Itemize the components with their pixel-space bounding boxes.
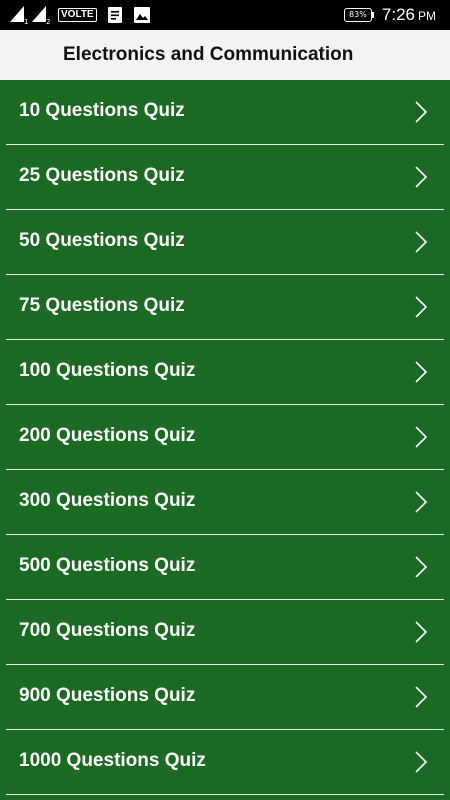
- list-item-quiz-1000[interactable]: 1000 Questions Quiz: [6, 730, 444, 795]
- list-item-label: 900 Questions Quiz: [19, 685, 196, 706]
- chevron-right-icon: [415, 556, 428, 578]
- image-icon: [133, 6, 151, 24]
- clock-ampm: PM: [418, 9, 436, 23]
- list-item-label: 50 Questions Quiz: [19, 230, 185, 251]
- list-item-quiz-300[interactable]: 300 Questions Quiz: [6, 470, 444, 535]
- page-title: Electronics and Communication: [63, 44, 354, 65]
- chevron-right-icon: [415, 296, 428, 318]
- list-item-label: 700 Questions Quiz: [19, 620, 196, 641]
- chevron-right-icon: [415, 686, 428, 708]
- sim2-slot: 2: [46, 18, 51, 26]
- list-item-label: 75 Questions Quiz: [19, 295, 185, 316]
- list-item-label: 25 Questions Quiz: [19, 165, 185, 186]
- list-item-label: 300 Questions Quiz: [19, 490, 196, 511]
- volte-badge: VOLTE: [58, 8, 97, 22]
- chevron-right-icon: [415, 426, 428, 448]
- clock-time: 7:26: [381, 5, 415, 24]
- list-item-label: 500 Questions Quiz: [19, 555, 196, 576]
- list-item-label: 1000 Questions Quiz: [19, 750, 206, 771]
- list-item-quiz-50[interactable]: 50 Questions Quiz: [6, 210, 444, 275]
- document-icon: [107, 6, 123, 24]
- chevron-right-icon: [415, 361, 428, 383]
- chevron-right-icon: [415, 621, 428, 643]
- sim2-signal-icon: 2: [32, 6, 51, 26]
- sim1-signal-icon: 1: [10, 6, 29, 26]
- chevron-right-icon: [415, 166, 428, 188]
- list-item-label: 100 Questions Quiz: [19, 360, 196, 381]
- chevron-right-icon: [415, 751, 428, 773]
- app-bar: Electronics and Communication: [0, 30, 450, 80]
- chevron-right-icon: [415, 491, 428, 513]
- list-item-quiz-900[interactable]: 900 Questions Quiz: [6, 665, 444, 730]
- status-bar: 1 2 VOLTE 83% 7:26 PM: [0, 0, 450, 30]
- list-item-quiz-10[interactable]: 10 Questions Quiz: [6, 80, 444, 145]
- chevron-right-icon: [415, 101, 428, 123]
- battery-icon: 83%: [343, 8, 374, 22]
- list-item-quiz-100[interactable]: 100 Questions Quiz: [6, 340, 444, 405]
- list-item-quiz-25[interactable]: 25 Questions Quiz: [6, 145, 444, 210]
- status-right: 83% 7:26 PM: [343, 4, 436, 26]
- list-item-label: 200 Questions Quiz: [19, 425, 196, 446]
- list-item-quiz-200[interactable]: 200 Questions Quiz: [6, 405, 444, 470]
- list-item-quiz-75[interactable]: 75 Questions Quiz: [6, 275, 444, 340]
- quiz-list: 10 Questions Quiz 25 Questions Quiz 50 Q…: [0, 80, 450, 795]
- list-item-quiz-700[interactable]: 700 Questions Quiz: [6, 600, 444, 665]
- sim1-slot: 1: [24, 18, 29, 26]
- list-item-label: 10 Questions Quiz: [19, 100, 185, 121]
- list-item-quiz-500[interactable]: 500 Questions Quiz: [6, 535, 444, 600]
- battery-percent: 83%: [349, 10, 367, 19]
- clock: 7:26 PM: [382, 5, 436, 25]
- status-left: 1 2 VOLTE: [10, 5, 151, 26]
- chevron-right-icon: [415, 231, 428, 253]
